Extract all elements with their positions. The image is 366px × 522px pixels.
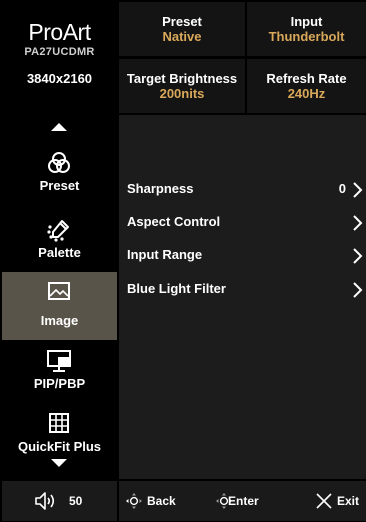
osd-footer: 50 Back Enter Exit <box>2 481 366 521</box>
sharpness-value: 0 <box>338 181 346 196</box>
menu-item-label: Input Range <box>127 247 203 262</box>
menu-item-input-range[interactable]: Input Range <box>119 245 366 267</box>
chevron-right-icon <box>353 182 363 198</box>
osd-header: ProArt PA27UCDMR 3840x2160 Preset Native… <box>2 2 366 113</box>
menu-item-blue-light-filter[interactable]: Blue Light Filter <box>119 279 366 301</box>
input-status-value: Thunderbolt <box>268 29 345 44</box>
brand-logo: ProArt <box>28 19 91 45</box>
sidebar-item-pip-pbp[interactable]: PIP/PBP <box>2 343 117 403</box>
brand-panel: ProArt PA27UCDMR 3840x2160 <box>2 2 117 113</box>
quickfit-grid-icon <box>42 412 76 436</box>
enter-button[interactable]: Enter <box>215 481 285 521</box>
refresh-status-label: Refresh Rate <box>266 71 347 86</box>
osd-frame: ProArt PA27UCDMR 3840x2160 Preset Native… <box>1 1 366 522</box>
preset-status-label: Preset <box>162 14 202 29</box>
sidebar-item-palette[interactable]: Palette <box>2 212 117 272</box>
model-name: PA27UCDMR <box>24 46 95 58</box>
menu-item-label: Sharpness <box>127 181 194 196</box>
image-icon <box>42 280 76 304</box>
navigation-hints: Back Enter Exit <box>119 481 366 521</box>
sidebar-item-label: QuickFit Plus <box>17 439 102 454</box>
input-status-label: Input <box>290 14 323 29</box>
speaker-icon <box>35 492 55 510</box>
menu-item-aspect-control[interactable]: Aspect Control <box>119 212 366 234</box>
exit-button[interactable]: Exit <box>315 481 365 521</box>
joystick-left-icon <box>126 493 142 509</box>
sidebar-item-label: Palette <box>38 245 81 260</box>
back-label: Back <box>147 494 176 508</box>
menu-item-label: Aspect Control <box>127 214 221 229</box>
sidebar-item-preset[interactable]: Preset <box>2 145 117 205</box>
refresh-status: Refresh Rate 240Hz <box>247 59 366 113</box>
sidebar-item-label: Preset <box>39 178 80 193</box>
preset-status-value: Native <box>162 29 202 44</box>
scroll-down-arrow-icon[interactable] <box>51 459 67 467</box>
chevron-right-icon <box>353 282 363 298</box>
brightness-status: Target Brightness 200nits <box>119 59 245 113</box>
menu-item-label: Blue Light Filter <box>127 281 226 296</box>
refresh-status-value: 240Hz <box>287 86 326 101</box>
sidebar-item-image[interactable]: Image <box>2 272 117 340</box>
chevron-right-icon <box>353 248 363 264</box>
brightness-status-value: 200nits <box>159 86 205 101</box>
volume-value: 50 <box>69 494 83 508</box>
back-button[interactable]: Back <box>125 481 195 521</box>
palette-dropper-icon <box>42 218 76 242</box>
pip-pbp-icon <box>42 349 76 373</box>
exit-label: Exit <box>337 494 360 508</box>
enter-label: Enter <box>228 494 259 508</box>
chevron-right-icon <box>353 215 363 231</box>
brightness-status-label: Target Brightness <box>126 71 238 86</box>
category-sidebar: Preset Palette Image PIP/PBP QuickFit Pl… <box>2 115 117 479</box>
volume-indicator: 50 <box>2 481 117 521</box>
menu-item-sharpness[interactable]: Sharpness 0 <box>119 179 366 201</box>
image-settings-panel: Sharpness 0 Aspect Control Input Range B… <box>119 115 366 479</box>
scroll-up-arrow-icon[interactable] <box>51 123 67 131</box>
resolution-readout: 3840x2160 <box>26 71 93 86</box>
sidebar-item-label: PIP/PBP <box>33 376 86 391</box>
input-status: Input Thunderbolt <box>247 2 366 56</box>
preset-status: Preset Native <box>119 2 245 56</box>
close-icon <box>316 493 332 509</box>
preset-circles-icon <box>42 151 76 175</box>
sidebar-item-label: Image <box>40 313 79 328</box>
sidebar-item-quickfit-plus[interactable]: QuickFit Plus <box>2 406 117 466</box>
